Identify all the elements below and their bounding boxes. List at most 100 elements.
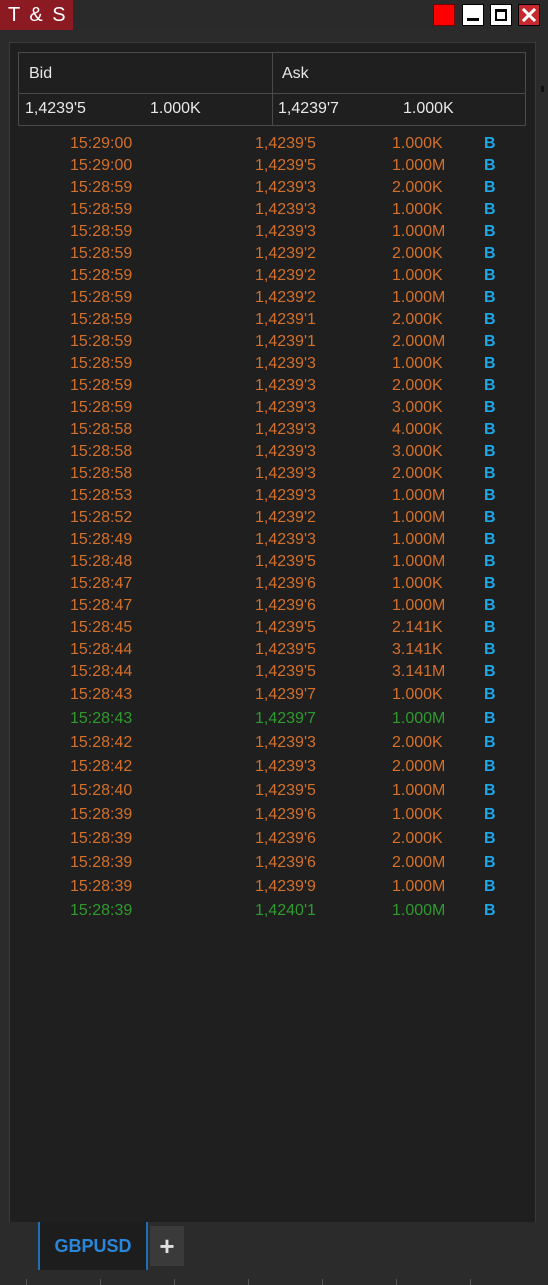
trade-size: 2.000K (392, 179, 443, 196)
trade-time: 15:29:00 (70, 135, 133, 152)
trade-row[interactable]: 15:28:52 1,4239'2 1.000M B (18, 507, 526, 529)
title-bar[interactable]: T & S (0, 0, 548, 30)
trade-row[interactable]: 15:28:44 1,4239'5 3.141K B (18, 639, 526, 661)
trade-row[interactable]: 15:28:47 1,4239'6 1.000K B (18, 573, 526, 595)
add-tab-button[interactable]: + (150, 1226, 184, 1266)
trade-size: 1.000M (392, 902, 446, 919)
trade-price: 1,4239'3 (255, 531, 316, 548)
trade-row[interactable]: 15:28:39 1,4239'6 2.000K B (18, 827, 526, 851)
trade-row[interactable]: 15:28:59 1,4239'3 3.000K B (18, 397, 526, 419)
trade-price: 1,4239'5 (255, 619, 316, 636)
trade-row[interactable]: 15:29:00 1,4239'5 1.000M B (18, 155, 526, 177)
trade-row[interactable]: 15:28:43 1,4239'7 1.000M B (18, 707, 526, 731)
trade-row[interactable]: 15:28:59 1,4239'3 1.000M B (18, 221, 526, 243)
trade-price: 1,4239'7 (255, 710, 316, 727)
symbol-tab-bar: GBPUSD + (0, 1222, 548, 1285)
maximize-button[interactable] (490, 4, 512, 26)
trade-row[interactable]: 15:28:47 1,4239'6 1.000M B (18, 595, 526, 617)
trade-side: B (484, 575, 496, 592)
trade-row[interactable]: 15:28:49 1,4239'3 1.000M B (18, 529, 526, 551)
trade-side: B (484, 902, 496, 919)
trade-size: 1.000K (392, 355, 443, 372)
trade-time: 15:28:59 (70, 355, 133, 372)
trade-side: B (484, 245, 496, 262)
trade-row[interactable]: 15:28:39 1,4239'6 2.000M B (18, 851, 526, 875)
trade-time: 15:28:39 (70, 878, 133, 895)
close-button[interactable] (518, 4, 540, 26)
status-divider (470, 1279, 471, 1285)
trade-side: B (484, 782, 496, 799)
trade-row[interactable]: 15:28:59 1,4239'1 2.000K B (18, 309, 526, 331)
trade-price: 1,4239'2 (255, 289, 316, 306)
trade-side: B (484, 734, 496, 751)
trade-row[interactable]: 15:28:53 1,4239'3 1.000M B (18, 485, 526, 507)
trade-time: 15:28:59 (70, 377, 133, 394)
trade-time: 15:28:59 (70, 223, 133, 240)
minimize-button[interactable] (462, 4, 484, 26)
trade-price: 1,4239'5 (255, 157, 316, 174)
trade-price: 1,4239'6 (255, 575, 316, 592)
bid-price: 1,4239'5 (25, 100, 86, 117)
trade-row[interactable]: 15:28:59 1,4239'1 2.000M B (18, 331, 526, 353)
trade-side: B (484, 509, 496, 526)
trade-price: 1,4239'6 (255, 830, 316, 847)
trade-time: 15:28:44 (70, 663, 133, 680)
link-color-button[interactable] (433, 4, 455, 26)
trade-row[interactable]: 15:28:40 1,4239'5 1.000M B (18, 779, 526, 803)
trade-row[interactable]: 15:28:59 1,4239'2 2.000K B (18, 243, 526, 265)
trade-size: 1.000M (392, 782, 446, 799)
trade-side: B (484, 854, 496, 871)
trade-row[interactable]: 15:28:42 1,4239'3 2.000M B (18, 755, 526, 779)
trade-size: 3.000K (392, 443, 443, 460)
trade-row[interactable]: 15:29:00 1,4239'5 1.000K B (18, 133, 526, 155)
trade-row[interactable]: 15:28:42 1,4239'3 2.000K B (18, 731, 526, 755)
trade-price: 1,4239'5 (255, 553, 316, 570)
tab-gbpusd[interactable]: GBPUSD (38, 1222, 148, 1270)
status-divider (396, 1279, 397, 1285)
trade-row[interactable]: 15:28:39 1,4239'6 1.000K B (18, 803, 526, 827)
trade-row[interactable]: 15:28:58 1,4239'3 4.000K B (18, 419, 526, 441)
trade-row[interactable]: 15:28:59 1,4239'2 1.000M B (18, 287, 526, 309)
trade-price: 1,4239'3 (255, 465, 316, 482)
trade-size: 1.000M (392, 487, 446, 504)
trade-size: 2.141K (392, 619, 443, 636)
trade-time: 15:28:59 (70, 201, 133, 218)
scrollbar-marker (541, 86, 544, 92)
trade-row[interactable]: 15:28:48 1,4239'5 1.000M B (18, 551, 526, 573)
trade-time: 15:28:39 (70, 830, 133, 847)
trade-row[interactable]: 15:28:44 1,4239'5 3.141M B (18, 661, 526, 683)
time-and-sales-window: T & S Bid Ask 1,4239'5 1.000K 1,4239'7 1… (0, 0, 548, 1285)
trade-row[interactable]: 15:28:58 1,4239'3 2.000K B (18, 463, 526, 485)
trade-time: 15:28:49 (70, 531, 133, 548)
trade-side: B (484, 399, 496, 416)
window-title: T & S (0, 0, 73, 30)
trades-list[interactable]: 15:29:00 1,4239'5 1.000K B 15:29:00 1,4239'5 1… (18, 133, 526, 923)
trade-side: B (484, 641, 496, 658)
trade-price: 1,4239'7 (255, 686, 316, 703)
trade-size: 3.141M (392, 663, 446, 680)
trade-time: 15:28:39 (70, 902, 133, 919)
trade-size: 2.000M (392, 333, 446, 350)
trade-side: B (484, 619, 496, 636)
trade-price: 1,4239'6 (255, 597, 316, 614)
trade-row[interactable]: 15:28:43 1,4239'7 1.000K B (18, 683, 526, 707)
trade-row[interactable]: 15:28:59 1,4239'3 2.000K B (18, 177, 526, 199)
trade-row[interactable]: 15:28:45 1,4239'5 2.141K B (18, 617, 526, 639)
trade-row[interactable]: 15:28:39 1,4239'9 1.000M B (18, 875, 526, 899)
trade-size: 2.000K (392, 830, 443, 847)
trade-row[interactable]: 15:28:59 1,4239'3 2.000K B (18, 375, 526, 397)
trade-side: B (484, 421, 496, 438)
trade-side: B (484, 878, 496, 895)
trade-row[interactable]: 15:28:58 1,4239'3 3.000K B (18, 441, 526, 463)
trade-time: 15:28:48 (70, 553, 133, 570)
trade-side: B (484, 686, 496, 703)
trade-time: 15:28:39 (70, 854, 133, 871)
trade-row[interactable]: 15:28:59 1,4239'3 1.000K B (18, 353, 526, 375)
trade-row[interactable]: 15:28:59 1,4239'2 1.000K B (18, 265, 526, 287)
status-divider (100, 1279, 101, 1285)
trade-row[interactable]: 15:28:59 1,4239'3 1.000K B (18, 199, 526, 221)
trade-row[interactable]: 15:28:39 1,4240'1 1.000M B (18, 899, 526, 923)
trade-side: B (484, 597, 496, 614)
trade-side: B (484, 830, 496, 847)
trade-price: 1,4239'3 (255, 223, 316, 240)
